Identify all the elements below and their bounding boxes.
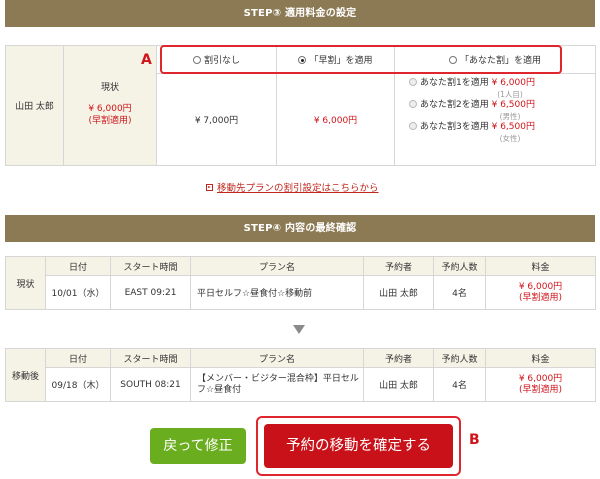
member-name-cell: 山田 太郎 — [5, 45, 64, 166]
anata-option-1-note: (1人目) — [497, 90, 523, 99]
anata-option-3-note: (女性) — [499, 134, 521, 143]
anata-option-1-price: ¥ 6,000円 — [491, 78, 535, 88]
anata-option-1[interactable]: あなた割1を適用 ¥ 6,000円 — [395, 77, 595, 90]
step4-header-bar: STEP④ 内容の最終確認 — [5, 215, 595, 242]
confirm-move-button[interactable]: 予約の移動を確定する — [264, 424, 453, 468]
col-price-after: 料金 — [485, 348, 596, 368]
col-booker: 予約者 — [363, 256, 434, 276]
current-price-cell: ¥ 6,000円 (早割適用) — [485, 275, 596, 310]
after-booker: 山田 太郎 — [363, 367, 434, 402]
annotation-label-b: B — [469, 432, 480, 448]
step3-header-bar: STEP③ 適用料金の設定 — [5, 0, 595, 27]
radio-anata-1[interactable] — [409, 78, 417, 86]
current-booker: 山田 太郎 — [363, 275, 434, 310]
anata-option-2-label: あなた割2を適用 — [420, 100, 489, 110]
discount-settings-link-text[interactable]: 移動先プランの割引設定はこちらから — [217, 183, 379, 194]
current-date: 10/01（水） — [45, 275, 111, 310]
arrow-square-icon — [206, 184, 213, 191]
col-count-after: 予約人数 — [433, 348, 486, 368]
step4-title: STEP④ 内容の最終確認 — [243, 223, 357, 234]
col-date: 日付 — [45, 256, 111, 276]
current-booking-price-note: (早割適用) — [518, 292, 563, 303]
current-plan: 平日セルフ☆昼食付☆移動前 — [190, 275, 364, 310]
col-booker-after: 予約者 — [363, 348, 434, 368]
after-booking-price: ¥ 6,000円 — [518, 373, 563, 384]
anata-option-2[interactable]: あなた割2を適用 ¥ 6,500円 — [395, 99, 595, 112]
anata-option-2-price: ¥ 6,500円 — [491, 100, 535, 110]
current-booking-price: ¥ 6,000円 — [518, 281, 563, 292]
col-date-after: 日付 — [45, 348, 111, 368]
after-row-label: 移動後 — [5, 348, 46, 402]
current-row-label: 現状 — [5, 256, 46, 310]
price-early: ¥ 6,000円 — [276, 73, 395, 166]
price-no-discount: ¥ 7,000円 — [156, 73, 277, 166]
anata-option-3-price: ¥ 6,500円 — [491, 122, 535, 132]
after-count: 4名 — [433, 367, 486, 402]
after-booking-price-note: (早割適用) — [518, 384, 563, 395]
after-booking-table: 移動後 日付 スタート時間 プラン名 予約者 予約人数 料金 09/18（木） … — [5, 348, 596, 402]
current-count: 4名 — [433, 275, 486, 310]
current-price-note: (早割適用) — [88, 116, 132, 126]
anata-option-1-label: あなた割1を適用 — [420, 78, 489, 88]
radio-anata-3[interactable] — [409, 122, 417, 130]
discount-settings-link[interactable]: 移動先プランの割引設定はこちらから — [206, 180, 379, 194]
col-price: 料金 — [485, 256, 596, 276]
member-name: 山田 太郎 — [15, 102, 54, 112]
col-start: スタート時間 — [110, 256, 191, 276]
step3-title: STEP③ 適用料金の設定 — [243, 8, 357, 19]
current-start: EAST 09:21 — [110, 275, 191, 310]
after-price-cell: ¥ 6,000円 (早割適用) — [485, 367, 596, 402]
anata-option-3[interactable]: あなた割3を適用 ¥ 6,500円 — [395, 121, 595, 134]
after-plan: 【メンバー・ビジター混合枠】平日セルフ☆昼食付 — [190, 367, 364, 402]
after-start: SOUTH 08:21 — [110, 367, 191, 402]
col-plan: プラン名 — [190, 256, 364, 276]
anata-option-2-note: (男性) — [499, 112, 521, 121]
annotation-label-a: A — [141, 52, 152, 68]
anata-options-cell: あなた割1を適用 ¥ 6,000円 (1人目) あなた割2を適用 ¥ 6,500… — [394, 73, 596, 166]
col-start-after: スタート時間 — [110, 348, 191, 368]
current-price: ¥ 6,000円 — [88, 104, 132, 114]
current-label: 現状 — [100, 83, 119, 93]
after-date: 09/18（木） — [45, 367, 111, 402]
back-button[interactable]: 戻って修正 — [150, 428, 246, 464]
anata-option-3-label: あなた割3を適用 — [420, 122, 489, 132]
triangle-down-icon — [293, 325, 305, 334]
current-booking-table: 現状 日付 スタート時間 プラン名 予約者 予約人数 料金 10/01（水） E… — [5, 256, 596, 310]
radio-anata-2[interactable] — [409, 100, 417, 108]
col-plan-after: プラン名 — [190, 348, 364, 368]
col-count: 予約人数 — [433, 256, 486, 276]
annotation-box-a — [160, 45, 562, 74]
